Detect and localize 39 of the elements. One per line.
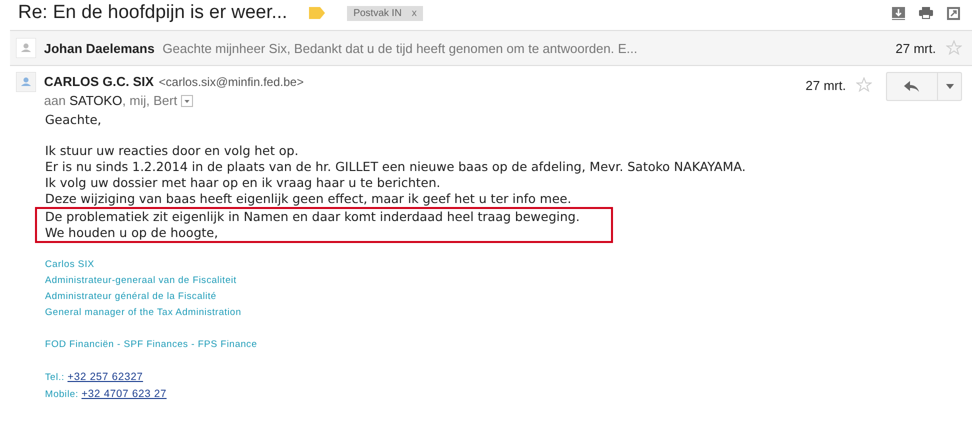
message-date: 27 mrt. bbox=[806, 78, 846, 93]
sender-name: Johan Daelemans bbox=[44, 40, 155, 56]
avatar-icon bbox=[16, 72, 36, 92]
phone-link[interactable]: +32 4707 623 27 bbox=[81, 388, 167, 400]
body-line: Er is nu sinds 1.2.2014 in de plaats van de hr. GILLET een nieuwe baas op de afdeling, Mevr. Satoko NAKAYAMA. bbox=[45, 159, 746, 175]
caret-icon bbox=[946, 84, 954, 89]
more-options-button[interactable] bbox=[938, 72, 962, 101]
collapsed-message[interactable]: Johan Daelemans Geachte mijnheer Six, Bedankt dat u de tijd heeft genomen om te antwoorden. E... 27 mrt. bbox=[10, 30, 972, 66]
subject-title: Re: En de hoofdpijn is er weer... bbox=[18, 2, 288, 24]
body-line: We houden u op de hoogte, bbox=[35, 225, 613, 243]
details-dropdown-icon[interactable] bbox=[181, 94, 194, 106]
avatar-icon bbox=[16, 38, 36, 58]
phone-label: Mobile: bbox=[45, 389, 78, 400]
download-icon[interactable] bbox=[892, 6, 905, 20]
phone-link[interactable]: +32 257 62327 bbox=[67, 371, 144, 383]
star-icon[interactable] bbox=[856, 77, 872, 93]
print-icon[interactable] bbox=[919, 7, 933, 19]
body-line: Ik stuur uw reacties door en volg het op. bbox=[45, 143, 298, 159]
phone-label: Tel.: bbox=[45, 372, 64, 383]
sender-name: CARLOS G.C. SIX bbox=[44, 74, 154, 89]
recipients: aan SATOKO, mij, Bert bbox=[44, 93, 178, 108]
new-window-icon[interactable] bbox=[947, 6, 960, 20]
signature-line: Administrateur général de la Fiscalité bbox=[45, 290, 218, 304]
body-line: Deze wijziging van baas heeft eigenlijk geen effect, maar ik geef het u ter info mee. bbox=[45, 191, 572, 207]
star-icon[interactable] bbox=[946, 40, 962, 56]
signature-line: General manager of the Tax Administration bbox=[45, 306, 242, 320]
reply-icon bbox=[904, 80, 920, 92]
message-snippet: Geachte mijnheer Six, Bedankt dat u de tijd heeft genomen om te antwoorden. E... bbox=[162, 40, 638, 56]
sender-email: <carlos.six@minfin.fed.be> bbox=[158, 75, 304, 89]
signature-line: Administrateur-generaal van de Fiscaliteit bbox=[45, 274, 238, 288]
body-line: Ik volg uw dossier met haar op en ik vraag haar u te berichten. bbox=[45, 175, 440, 191]
signature-line: Carlos SIX bbox=[45, 258, 96, 272]
body-line: De problematiek zit eigenlijk in Namen en daar komt inderdaad heel traag beweging. bbox=[35, 207, 613, 225]
label-icon bbox=[309, 7, 326, 19]
inbox-label: Postvak IN x bbox=[347, 6, 423, 20]
reply-button[interactable] bbox=[886, 72, 938, 101]
message-date: 27 mrt. bbox=[896, 40, 936, 56]
greeting-text: Geachte, bbox=[45, 112, 102, 127]
signature-line: FOD Financiën - SPF Finances - FPS Finance bbox=[45, 338, 258, 352]
